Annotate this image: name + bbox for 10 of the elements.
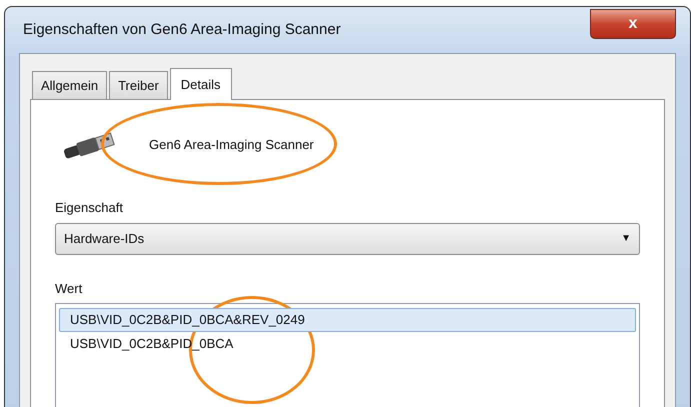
window-title: Eigenschaften von Gen6 Area-Imaging Scanner: [22, 20, 341, 40]
property-label: Eigenschaft: [55, 199, 124, 217]
value-label: Wert: [55, 280, 84, 298]
property-dropdown[interactable]: Hardware-IDs ▼: [55, 222, 640, 254]
tab[interactable]: Allgemein: [32, 71, 108, 99]
tab[interactable]: Treiber: [109, 71, 168, 99]
close-button[interactable]: x: [590, 9, 676, 39]
tab[interactable]: Details: [170, 68, 232, 100]
device-name: Gen6 Area-Imaging Scanner: [149, 136, 314, 154]
list-item[interactable]: USB\VID_0C2B&PID_0BCA&REV_0249: [59, 308, 636, 332]
